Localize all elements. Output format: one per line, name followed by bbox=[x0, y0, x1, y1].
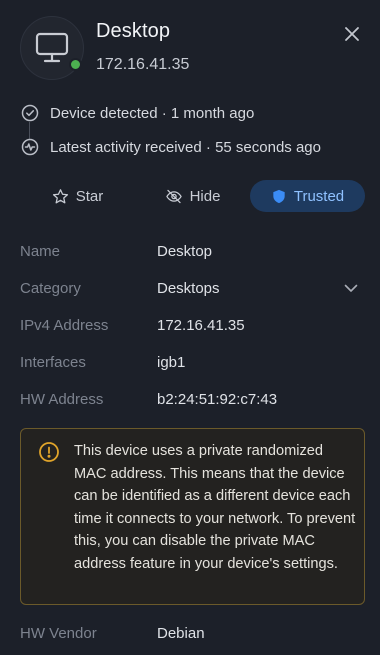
property-value: Desktop bbox=[157, 243, 213, 260]
timeline-activity: Latest activity received · 55 seconds ag… bbox=[20, 137, 321, 157]
property-label: HW Address bbox=[20, 391, 104, 408]
check-circle-icon bbox=[20, 103, 40, 123]
star-icon bbox=[52, 188, 68, 203]
action-bar: Star Hide Trusted bbox=[20, 180, 365, 212]
device-title: Desktop bbox=[96, 20, 171, 42]
property-value: Debian bbox=[157, 625, 205, 642]
alert-circle-icon bbox=[38, 441, 60, 468]
private-mac-warning: This device uses a private randomized MA… bbox=[20, 428, 365, 605]
property-label: Name bbox=[20, 243, 61, 260]
property-value: 172.16.41.35 bbox=[157, 317, 245, 334]
star-button[interactable]: Star bbox=[20, 180, 135, 212]
hide-button-label: Hide bbox=[189, 187, 221, 205]
property-label: Interfaces bbox=[20, 354, 86, 371]
trusted-button[interactable]: Trusted bbox=[250, 180, 365, 212]
property-label: IPv4 Address bbox=[20, 317, 109, 334]
property-value: b2:24:51:92:c7:43 bbox=[157, 391, 278, 408]
timeline-detected: Device detected · 1 month ago bbox=[20, 103, 254, 123]
timeline-activity-text: Latest activity received · 55 seconds ag… bbox=[50, 138, 321, 156]
shield-icon bbox=[273, 189, 285, 203]
online-status-dot bbox=[69, 58, 82, 71]
monitor-icon bbox=[35, 32, 69, 63]
eye-off-icon bbox=[165, 189, 182, 203]
activity-icon bbox=[20, 137, 40, 157]
category-select-value[interactable]: Desktops bbox=[157, 280, 220, 297]
star-button-label: Star bbox=[75, 187, 104, 205]
warning-text: This device uses a private randomized MA… bbox=[74, 443, 356, 572]
hide-button[interactable]: Hide bbox=[135, 180, 250, 212]
property-label: Category bbox=[20, 280, 81, 297]
device-detail-panel: Desktop 172.16.41.35 Device detected · 1… bbox=[0, 0, 380, 655]
property-value: igb1 bbox=[157, 354, 186, 371]
close-icon bbox=[345, 27, 359, 41]
property-label: HW Vendor bbox=[20, 625, 97, 642]
trusted-button-label: Trusted bbox=[293, 187, 345, 205]
timeline-detected-text: Device detected · 1 month ago bbox=[50, 104, 255, 122]
chevron-down-icon[interactable] bbox=[343, 280, 359, 300]
device-ip: 172.16.41.35 bbox=[96, 56, 190, 73]
close-button[interactable] bbox=[340, 22, 364, 46]
